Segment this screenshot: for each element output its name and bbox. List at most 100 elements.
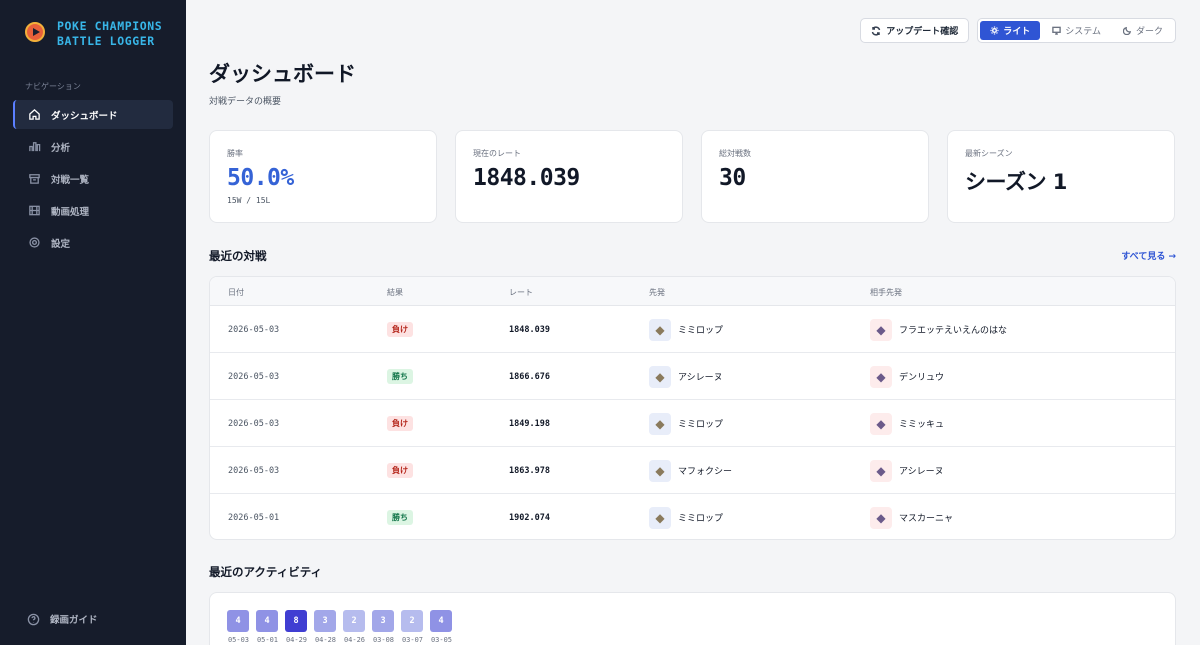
activity-day[interactable]: 3 03-08 [372,610,396,644]
pokemon-sprite-icon: ◆ [870,459,892,482]
cell-opponent-lead: ◆ フラエッテえいえんのはな [870,306,1007,353]
pokemon-sprite-icon: ◆ [870,365,892,388]
theme-system-button[interactable]: システム [1042,21,1111,40]
stat-label: 現在のレート [473,149,521,158]
result-badge: 勝ち [387,369,413,384]
column-header-lead[interactable]: 先発 [649,287,665,298]
result-badge: 負け [387,322,413,337]
lead-pokemon: ◆ ミミロップ [649,318,724,341]
recording-guide-link[interactable]: 録画ガイド [27,612,98,626]
theme-label: ダーク [1135,27,1163,37]
pokemon-name: ミミロップ [678,420,724,430]
pokemon-name: アシレーヌ [899,467,944,477]
activity-day[interactable]: 8 04-29 [285,610,309,644]
column-header-rate[interactable]: レート [509,287,533,298]
pokemon-sprite-icon: ◆ [649,365,671,388]
sidebar-item-label: 設定 [51,238,71,250]
opponent-lead-pokemon: ◆ デンリュウ [870,365,944,388]
sun-icon [990,26,999,35]
column-header-date[interactable]: 日付 [228,287,244,298]
cell-date: 2026-05-03 [228,306,279,353]
activity-day[interactable]: 4 05-01 [256,610,280,644]
cell-result: 負け [387,447,413,494]
activity-day[interactable]: 4 05-03 [227,610,251,644]
win-rate-value: 50.0% [227,165,294,191]
sidebar-item-dashboard[interactable]: ダッシュボード [13,100,173,129]
table-body: 2026-05-03 負け 1848.039 ◆ ミミロップ ◆ フラエッテえいえんのはな 2… [210,306,1175,539]
sidebar-item-battles[interactable]: 対戦一覧 [13,164,173,193]
moon-icon [1122,26,1132,35]
latest-season-value: シーズン 1 [965,170,1067,194]
recent-battles-title: 最近の対戦 [209,249,267,263]
table-row[interactable]: 2026-05-01 勝ち 1902.074 ◆ ミミロップ ◆ マスカーニャ [210,494,1175,539]
cell-lead: ◆ ミミロップ [649,400,723,447]
pokemon-name: ミミッキュ [899,420,945,430]
recent-battles-table: 日付 結果 レート 先発 相手先発 2026-05-03 負け 1848.039 ◆ ミ… [209,276,1176,540]
page-title: ダッシュボード [209,62,356,86]
sidebar-item-label: ダッシュボード [51,110,118,122]
sidebar-item-settings[interactable]: 設定 [13,228,173,257]
battle-rate: 1866.676 [509,371,550,382]
column-header-result[interactable]: 結果 [387,287,403,298]
activity-day[interactable]: 2 04-26 [343,610,367,644]
column-header-opponent-lead[interactable]: 相手先発 [870,287,902,298]
pokemon-name: アシレーヌ [678,373,723,383]
archive-icon [27,172,41,186]
nav-section-label: ナビゲーション [25,82,81,91]
opponent-lead-pokemon: ◆ アシレーヌ [870,459,944,482]
activity-day[interactable]: 2 03-07 [401,610,425,644]
total-battles-value: 30 [719,165,746,191]
activity-count: 3 [314,610,336,632]
current-rate-card: 現在のレート 1848.039 [455,130,683,223]
page-subtitle: 対戦データの概要 [209,97,282,107]
activity-date: 05-03 [227,636,250,644]
cell-lead: ◆ ミミロップ [649,306,723,353]
stat-label: 総対戦数 [719,149,751,158]
logo-icon [25,22,45,42]
sidebar-item-analysis[interactable]: 分析 [13,132,173,161]
battle-rate: 1902.074 [509,512,550,523]
see-all-link[interactable]: すべて見る → [1121,249,1176,262]
sidebar-item-video[interactable]: 動画処理 [13,196,173,225]
activity-count: 4 [256,610,278,632]
pokemon-sprite-icon: ◆ [870,506,892,529]
opponent-lead-pokemon: ◆ フラエッテえいえんのはな [870,318,1007,341]
sidebar-item-label: 動画処理 [51,206,90,218]
check-update-button[interactable]: アップデート確認 [860,18,970,43]
cell-date: 2026-05-03 [228,400,279,447]
brand-line-2: BATTLE LOGGER [57,34,155,48]
table-row[interactable]: 2026-05-03 負け 1849.198 ◆ ミミロップ ◆ ミミッキュ [210,400,1175,447]
table-row[interactable]: 2026-05-03 負け 1863.978 ◆ マフォクシー ◆ アシレーヌ [210,447,1175,494]
table-row[interactable]: 2026-05-03 負け 1848.039 ◆ ミミロップ ◆ フラエッテえいえんのはな [210,306,1175,353]
battle-date: 2026-05-03 [228,371,280,382]
latest-season-card: 最新シーズン シーズン 1 [947,130,1175,223]
pokemon-name: マスカーニャ [899,514,954,524]
cell-opponent-lead: ◆ マスカーニャ [870,494,954,539]
pokemon-name: ミミロップ [678,326,724,336]
activity-count: 8 [285,610,307,632]
cell-date: 2026-05-03 [228,447,279,494]
activity-date: 04-29 [285,636,308,644]
table-row[interactable]: 2026-05-03 勝ち 1866.676 ◆ アシレーヌ ◆ デンリュウ [210,353,1175,400]
cell-opponent-lead: ◆ アシレーヌ [870,447,944,494]
activity-day[interactable]: 3 04-28 [314,610,338,644]
theme-dark-button[interactable]: ダーク [1113,21,1173,40]
lead-pokemon: ◆ ミミロップ [649,506,723,529]
cell-lead: ◆ マフォクシー [649,447,732,494]
cell-date: 2026-05-01 [228,494,279,539]
monitor-icon [1052,26,1062,35]
activity-date: 05-01 [256,636,279,644]
activity-date: 04-26 [343,636,366,644]
cell-result: 勝ち [387,494,413,539]
pokemon-sprite-icon: ◆ [649,459,671,482]
cell-rate: 1849.198 [509,400,550,447]
cell-result: 負け [387,400,413,447]
guide-label: 録画ガイド [50,615,98,626]
brand[interactable]: POKE CHAMPIONS BATTLE LOGGER [25,19,162,49]
win-loss-record: 15W / 15L [227,196,271,205]
theme-label: ライト [1003,27,1031,37]
activity-day[interactable]: 4 03-05 [430,610,454,644]
result-badge: 勝ち [387,510,413,525]
refresh-icon [871,25,881,36]
theme-light-button[interactable]: ライト [980,21,1041,40]
